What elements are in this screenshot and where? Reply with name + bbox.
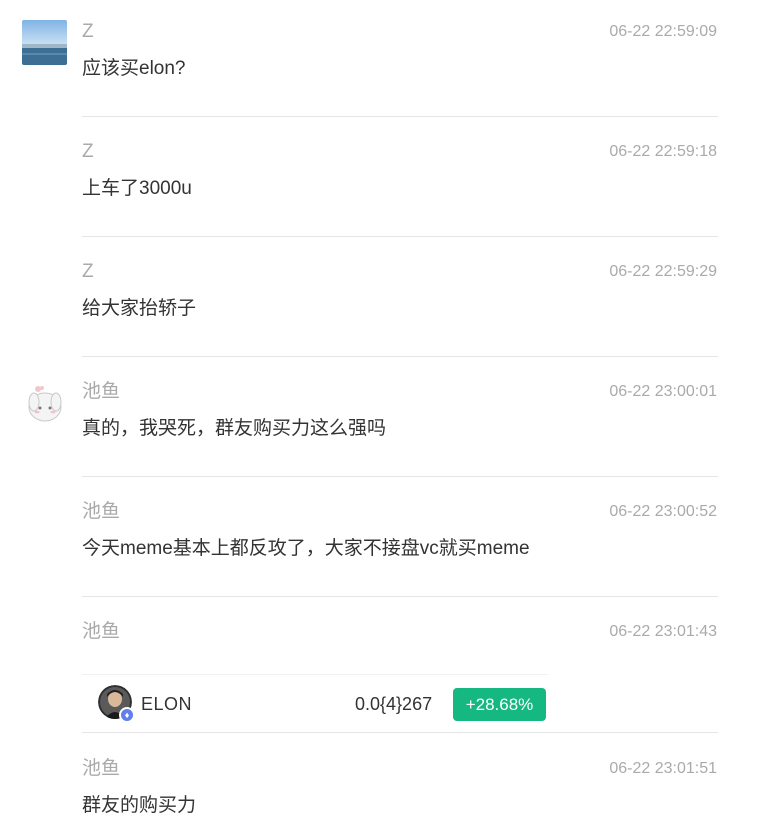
message-divider (82, 236, 718, 237)
timestamp: 06-22 23:00:52 (609, 503, 717, 520)
message-divider (82, 732, 718, 733)
timestamp: 06-22 23:01:51 (609, 760, 717, 777)
sender-name: Z (82, 141, 94, 162)
message-text: 上车了3000u (82, 178, 192, 199)
message-divider (82, 476, 718, 477)
message-text: 给大家抬轿子 (82, 298, 197, 319)
timestamp: 06-22 23:01:43 (609, 623, 717, 640)
timestamp: 06-22 22:59:29 (609, 263, 717, 280)
message-divider (82, 116, 718, 117)
avatar-chiyu[interactable] (22, 380, 67, 425)
sender-name: 池鱼 (82, 381, 121, 402)
ethereum-icon: ♦ (119, 707, 135, 723)
sender-name: 池鱼 (82, 621, 121, 642)
token-price: 0.0{4}267 (355, 694, 433, 714)
timestamp: 06-22 22:59:18 (609, 143, 717, 160)
timestamp: 06-22 23:00:01 (609, 383, 717, 400)
token-symbol: ELON (141, 694, 193, 714)
message-text: 应该买elon? (82, 58, 186, 79)
sender-name: 池鱼 (82, 758, 121, 779)
sender-name: Z (82, 21, 94, 42)
message-text: 群友的购买力 (82, 795, 197, 816)
sender-name: 池鱼 (82, 501, 121, 522)
message-divider (82, 596, 718, 597)
message-divider (82, 356, 718, 357)
price-change-badge: +28.68% (453, 688, 546, 721)
message-text: 今天meme基本上都反攻了，大家不接盘vc就买meme (82, 538, 530, 559)
message-text: 真的，我哭死，群友购买力这么强吗 (82, 418, 387, 439)
token-card[interactable]: ♦ ELON 0.0{4}267 +28.68% (82, 674, 548, 731)
avatar-z[interactable] (22, 20, 67, 65)
timestamp: 06-22 22:59:09 (609, 23, 717, 40)
sender-name: Z (82, 261, 94, 282)
